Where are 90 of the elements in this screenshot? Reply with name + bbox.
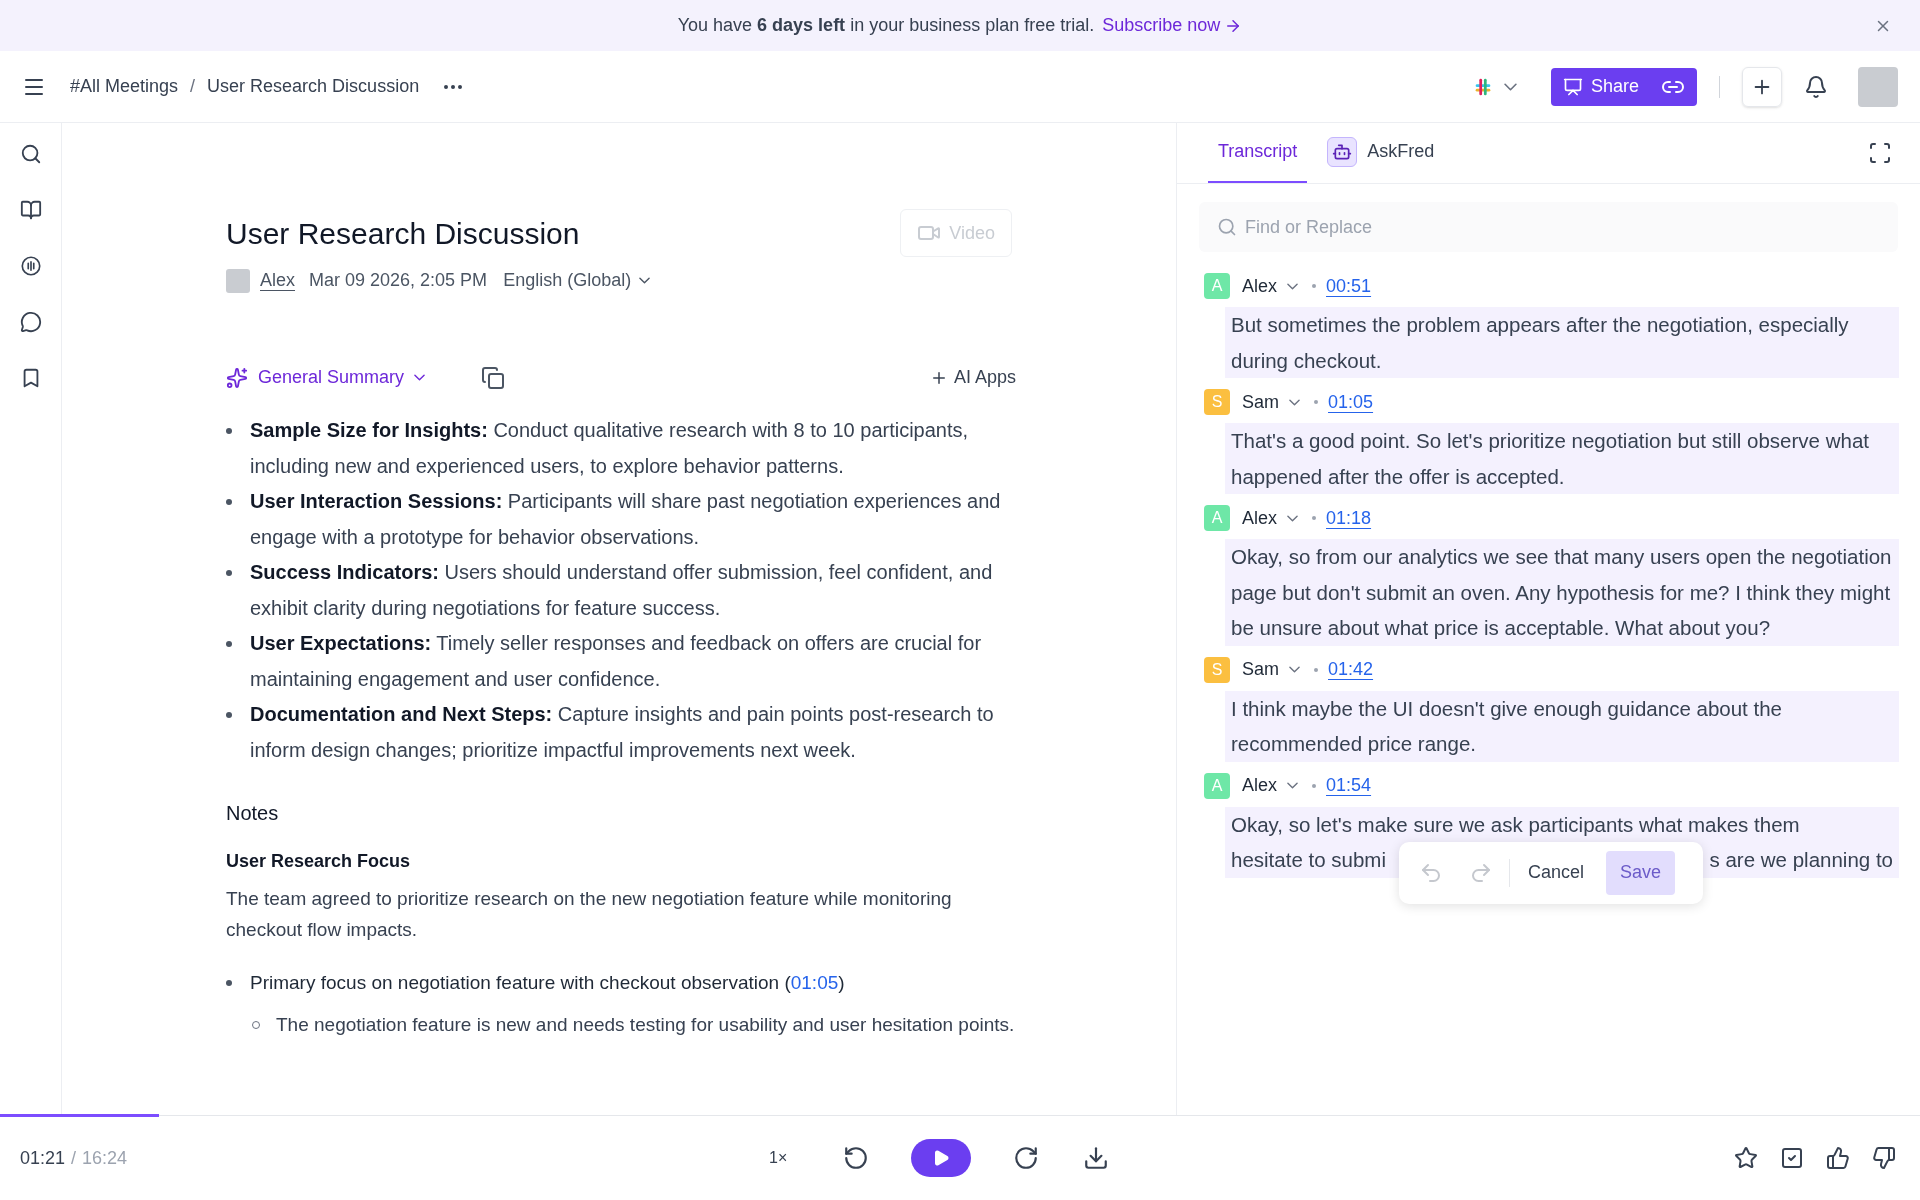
- bullet-icon: [226, 428, 232, 434]
- speaker-dropdown[interactable]: Alex: [1242, 772, 1298, 799]
- chevron-down-icon: [414, 374, 426, 381]
- bullet-icon: [226, 570, 232, 576]
- checkbox-icon[interactable]: [1780, 1146, 1804, 1170]
- timestamp-link[interactable]: 01:18: [1326, 504, 1372, 532]
- speaker-avatar: S: [1204, 389, 1230, 415]
- thumbs-down-icon[interactable]: [1872, 1146, 1896, 1170]
- transcript-text: That's a good point. So let's prioritize negotiation but still observe what happened after the offer is accepted.: [1231, 428, 1870, 490]
- author-avatar: [226, 268, 250, 293]
- timestamp-link[interactable]: 01:42: [1328, 656, 1374, 683]
- chevron-down-icon: [1289, 398, 1300, 406]
- subscribe-link[interactable]: Subscribe now: [1102, 12, 1243, 39]
- transcript-text: s are we planning to: [1709, 847, 1893, 873]
- meeting-title: User Research Discussion: [226, 215, 580, 252]
- chevron-down-icon: [1287, 782, 1298, 789]
- timestamp-link[interactable]: 00:51: [1326, 272, 1372, 300]
- forward-icon[interactable]: [1013, 1145, 1040, 1171]
- speaker-dropdown[interactable]: Sam: [1242, 388, 1300, 416]
- timestamp-link[interactable]: 01:54: [1326, 772, 1372, 799]
- note-subpoint: The negotiation feature is new and needs testing for usability and user hesitation points.: [276, 1012, 1015, 1037]
- download-icon[interactable]: [1083, 1145, 1110, 1171]
- notifications-icon[interactable]: [1804, 74, 1828, 99]
- speaker-dropdown[interactable]: Sam: [1242, 656, 1300, 683]
- robot-icon: [1327, 136, 1358, 167]
- play-button[interactable]: [911, 1139, 972, 1177]
- chevron-down-icon: [1289, 666, 1300, 673]
- ai-apps-button[interactable]: AI Apps: [929, 364, 1016, 391]
- duration: 16:24: [82, 1146, 128, 1170]
- share-icon: [1562, 76, 1583, 97]
- speaker-avatar: A: [1204, 772, 1230, 799]
- breadcrumb-separator: /: [190, 75, 196, 98]
- bullet-icon: [226, 499, 232, 505]
- notes-heading: Notes: [226, 801, 280, 826]
- chevron-down-icon: [1503, 82, 1517, 91]
- section-heading: User Research Focus: [226, 850, 412, 873]
- audio-icon[interactable]: [19, 255, 42, 277]
- play-icon: [932, 1149, 951, 1167]
- speaker-dropdown[interactable]: Alex: [1242, 504, 1298, 532]
- bullet-icon: [226, 980, 232, 986]
- transcript-text: hesitate to submi: [1231, 847, 1386, 873]
- add-button[interactable]: [1742, 66, 1782, 107]
- share-label: Share: [1590, 75, 1639, 98]
- chevron-down-icon: [639, 277, 651, 284]
- thumbs-up-icon[interactable]: [1826, 1146, 1850, 1170]
- panel-tab[interactable]: Transcript: [1208, 122, 1308, 183]
- chevron-down-icon: [1287, 514, 1298, 522]
- language-dropdown[interactable]: English (Global): [503, 267, 651, 294]
- current-time: 01:21: [20, 1146, 66, 1170]
- timestamp-link[interactable]: 01:05: [1328, 388, 1374, 416]
- transcript-text: Okay, so let's make sure we ask participants what makes them: [1231, 811, 1801, 838]
- summary-item: User Expectations: Timely seller responses and feedback on offers are crucial for maintaining engagement and user confidence.: [250, 631, 983, 692]
- panel-tab[interactable]: AskFred: [1317, 122, 1445, 183]
- summary-item: Sample Size for Insights: Conduct qualitative research with 8 to 10 participants, including new and experienced users, to explore behavior patterns.: [250, 418, 970, 479]
- bullet-icon: [226, 712, 232, 718]
- copy-icon[interactable]: [481, 365, 506, 390]
- section-paragraph: The team agreed to prioritize research on the new negotiation feature while monitoring checkout flow impacts.: [226, 887, 953, 942]
- book-icon[interactable]: [19, 199, 42, 221]
- note-point: Primary focus on negotiation feature with checkout observation (01:05): [250, 971, 845, 995]
- chat-icon[interactable]: [19, 311, 42, 333]
- transcript-text: Okay, so from our analytics we see that many users open the negotiation page but don't submit an oven. Any hypothesis for me? I think they might be unsure about what price is acceptable. What about you?: [1231, 544, 1893, 641]
- chevron-down-icon: [1287, 282, 1298, 290]
- speaker-avatar: S: [1204, 656, 1230, 683]
- speaker-dropdown[interactable]: Alex: [1242, 272, 1298, 300]
- bullet-icon: [226, 641, 232, 647]
- author-link[interactable]: Alex: [260, 267, 295, 294]
- transcript-text: I think maybe the UI doesn't give enough guidance about the recommended price range.: [1231, 695, 1783, 757]
- breadcrumb-link[interactable]: #All Meetings: [70, 73, 179, 100]
- time-separator: /: [71, 1146, 77, 1170]
- speaker-avatar: A: [1204, 273, 1230, 299]
- trial-message: You have 6 days left in your business plan free trial.: [677, 14, 1095, 37]
- speed-button[interactable]: 1×: [769, 1146, 788, 1170]
- star-icon[interactable]: [1734, 1146, 1758, 1170]
- share-button[interactable]: Share: [1550, 67, 1697, 106]
- summary-item: Documentation and Next Steps: Capture insights and pain points post-research to inform design changes; prioritize impactful improvements next week.: [250, 702, 995, 763]
- meeting-datetime: Mar 09 2026, 2:05 PM: [309, 269, 488, 292]
- cancel-button[interactable]: Cancel: [1528, 855, 1585, 891]
- search-field[interactable]: Find or Replace: [1199, 202, 1898, 252]
- timestamp-link[interactable]: 01:05: [790, 972, 839, 993]
- search-icon: [1217, 217, 1237, 237]
- summary-dropdown[interactable]: General Summary: [226, 364, 426, 391]
- summary-item: Success Indicators: Users should understand offer submission, feel confident, and exhibit clarity during negotiations for feature success.: [250, 560, 994, 621]
- breadcrumb-current: User Research Discussion: [207, 75, 420, 98]
- fullscreen-icon[interactable]: [1868, 141, 1892, 165]
- summary-item: User Interaction Sessions: Participants will share past negotiation experiences and engage with a prototype for behavior observations.: [250, 489, 1002, 550]
- rewind-icon[interactable]: [843, 1145, 870, 1171]
- transcript-text: But sometimes the problem appears after the negotiation, especially during checkout.: [1231, 312, 1850, 374]
- speaker-avatar: A: [1204, 505, 1230, 531]
- sparkles-icon: [226, 366, 248, 389]
- search-icon[interactable]: [19, 143, 42, 165]
